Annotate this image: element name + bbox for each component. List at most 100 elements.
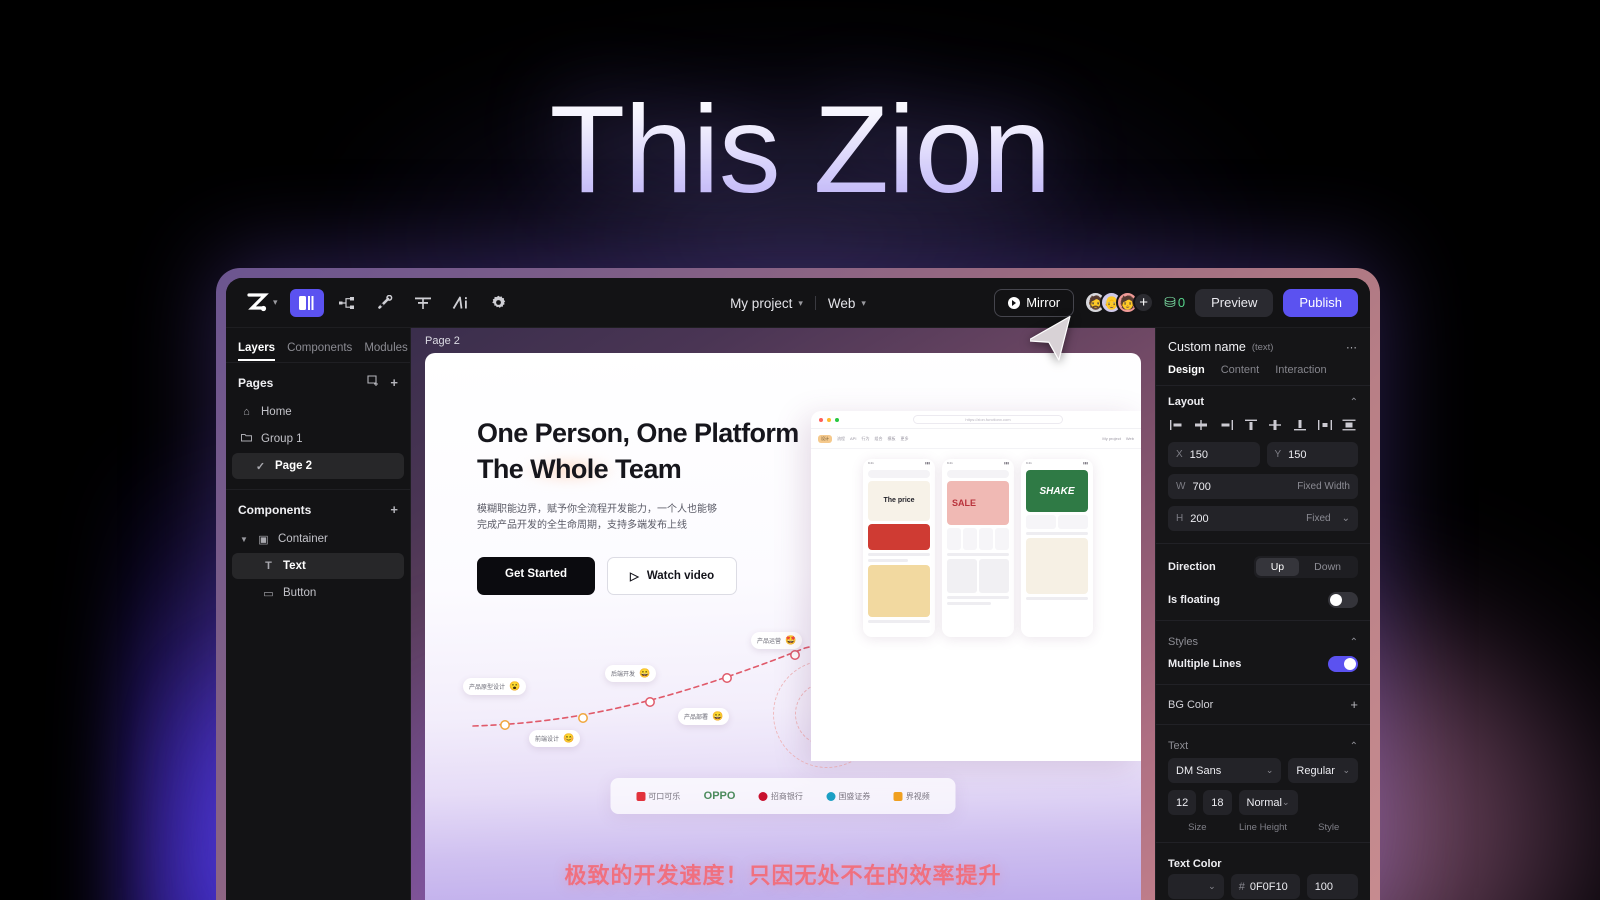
width-input[interactable]: W 700 Fixed Width	[1168, 474, 1358, 499]
font-style-select[interactable]: Normal ⌄	[1238, 790, 1298, 815]
canvas-area[interactable]: Page 2 One Person, One Platform The Whol…	[411, 328, 1155, 900]
chart-point	[645, 697, 655, 707]
new-folder-icon[interactable]	[367, 375, 380, 390]
x-label: X	[1176, 449, 1183, 460]
artboard[interactable]: One Person, One Platform The Whole Team …	[425, 353, 1141, 900]
w-mode[interactable]: Fixed Width	[1297, 481, 1350, 492]
y-position-input[interactable]: Y 150	[1266, 442, 1358, 467]
sidebar-item-page-2[interactable]: ✓ Page 2	[232, 453, 404, 479]
is-floating-toggle[interactable]	[1328, 592, 1358, 608]
sidebar-item-text[interactable]: T Text	[232, 553, 404, 579]
caret-down-icon[interactable]: ▼	[240, 535, 249, 544]
sidebar-tab-layers[interactable]: Layers	[238, 342, 276, 361]
screenshot-root: This Zion ▾ My project ▾ Web ▾ Mirror 🧔 …	[0, 0, 1600, 900]
add-bg-color-button[interactable]: +	[1350, 697, 1358, 712]
sidebar-item-label: Page 2	[275, 460, 313, 472]
sidebar-tab-modules[interactable]: Modules	[364, 342, 407, 361]
project-selector[interactable]: My project ▾	[730, 296, 803, 311]
height-input[interactable]: H 200 Fixed ⌄	[1168, 506, 1358, 531]
collapse-chevron-icon[interactable]: ⌃	[1350, 397, 1358, 408]
toolbar-icon-panel[interactable]	[289, 288, 324, 317]
tab-interaction[interactable]: Interaction	[1275, 364, 1326, 385]
align-bottom-icon[interactable]	[1292, 417, 1309, 433]
mock-tool-1: 流程	[837, 435, 845, 441]
settings-gear-icon	[492, 295, 506, 308]
selected-element-type: (text)	[1251, 341, 1274, 353]
sidebar-item-container[interactable]: ▼ ▣ Container	[232, 526, 404, 552]
phone-sale-banner: SALE	[947, 481, 1009, 525]
project-name: My project	[730, 295, 793, 311]
phone-text-line	[947, 596, 1009, 599]
add-collaborator-button[interactable]: +	[1133, 292, 1155, 313]
phone-text-line	[868, 553, 930, 556]
chevron-down-icon: ▾	[798, 297, 803, 308]
credits-count: 0	[1177, 295, 1186, 310]
h-mode[interactable]: Fixed	[1306, 513, 1330, 524]
collapse-chevron-icon[interactable]: ⌃	[1350, 637, 1358, 648]
align-center-horizontal-icon[interactable]	[1193, 417, 1210, 433]
watch-video-button[interactable]: ▷ Watch video	[607, 556, 738, 595]
add-component-icon[interactable]: +	[390, 502, 398, 517]
panel-divider	[1156, 724, 1370, 725]
mock-tool-4: 组合	[874, 435, 883, 441]
line-height-input[interactable]: 18	[1203, 790, 1232, 815]
chevron-down-icon[interactable]: ⌄	[1342, 513, 1350, 524]
tab-design[interactable]: Design	[1168, 364, 1205, 385]
align-top-icon[interactable]	[1242, 417, 1259, 433]
multiple-lines-toggle[interactable]	[1328, 656, 1358, 672]
sidebar-item-group-1[interactable]: Group 1	[232, 426, 404, 452]
collapse-chevron-icon[interactable]: ⌃	[1350, 741, 1358, 752]
phone-grid-cell	[979, 528, 993, 550]
font-metrics-captions: Size Line Height Style	[1156, 822, 1370, 837]
chevron-down-icon: ▾	[861, 297, 866, 308]
tab-content[interactable]: Content	[1221, 364, 1260, 385]
hex-color-input[interactable]: # 0F0F10	[1230, 874, 1300, 899]
canvas-page-label: Page 2	[425, 335, 460, 347]
font-family-select[interactable]: DM Sans ⌄	[1168, 758, 1282, 783]
preview-button[interactable]: Preview	[1195, 288, 1274, 317]
add-page-icon[interactable]: +	[390, 375, 398, 390]
workspace: Layers Components Modules ⌕ Pages	[226, 328, 1370, 900]
align-middle-vertical-icon[interactable]	[1267, 417, 1284, 433]
font-size-input[interactable]: 12	[1168, 790, 1197, 815]
opacity-input[interactable]: 100	[1306, 874, 1358, 899]
preview-browser-mock: https://zion.functionx.com 设计 流程 API 行为 …	[811, 411, 1141, 761]
phone-grid-row	[947, 528, 1009, 550]
x-position-input[interactable]: X 150	[1168, 442, 1260, 467]
sidebar-item-label: Button	[283, 587, 317, 599]
direction-up-option[interactable]: Up	[1255, 558, 1300, 576]
get-started-button[interactable]: Get Started	[477, 556, 595, 595]
toolbar-icon-ai[interactable]	[446, 289, 476, 317]
chart-point	[578, 713, 588, 723]
direction-down-option[interactable]: Down	[1299, 558, 1356, 576]
toolbar-icon-align-layers[interactable]	[408, 289, 438, 317]
mirror-button[interactable]: Mirror	[994, 288, 1075, 317]
sidebar-item-home[interactable]: ⌂ Home	[232, 399, 404, 425]
coin-icon: ⛁	[1164, 294, 1176, 310]
phone-product-row	[947, 559, 1009, 593]
distribute-vertical-icon[interactable]	[1341, 417, 1358, 433]
sidebar-tab-components[interactable]: Components	[287, 342, 352, 361]
panel-more-icon[interactable]: ⋯	[1346, 341, 1358, 354]
distribute-horizontal-icon[interactable]	[1316, 417, 1333, 433]
chart-label-emoji: 😮	[509, 681, 521, 691]
sidebar-item-button[interactable]: ▭ Button	[232, 580, 404, 606]
toolbar-icon-magic-pen[interactable]	[370, 289, 400, 317]
client-logo-name: 招商银行	[770, 791, 803, 801]
align-right-icon[interactable]	[1217, 417, 1234, 433]
credits-indicator[interactable]: ⛁ 0	[1164, 294, 1185, 311]
app-logo-menu[interactable]: ▾	[238, 290, 284, 316]
publish-button[interactable]: Publish	[1283, 288, 1358, 317]
platform-selector[interactable]: Web ▾	[828, 296, 866, 311]
selected-element-name[interactable]: Custom name	[1168, 340, 1246, 354]
line-height-value: 18	[1211, 796, 1224, 809]
toolbar-icon-settings[interactable]	[484, 289, 514, 317]
position-row: X 150 Y 150	[1156, 442, 1370, 474]
chart-label-text: 产品运营	[757, 639, 782, 645]
zion-logo-svg	[247, 292, 269, 311]
color-swatch-select[interactable]: ⌄	[1168, 874, 1224, 899]
font-weight-select[interactable]: Regular ⌄	[1288, 758, 1358, 783]
toolbar-icon-flow-branch[interactable]	[332, 289, 362, 317]
align-left-icon[interactable]	[1168, 417, 1185, 433]
phone-mockups: 9:41 ▮▮▮ The price 9:41 ▮▮▮ SALE 9:41 ▮▮…	[863, 459, 1133, 637]
